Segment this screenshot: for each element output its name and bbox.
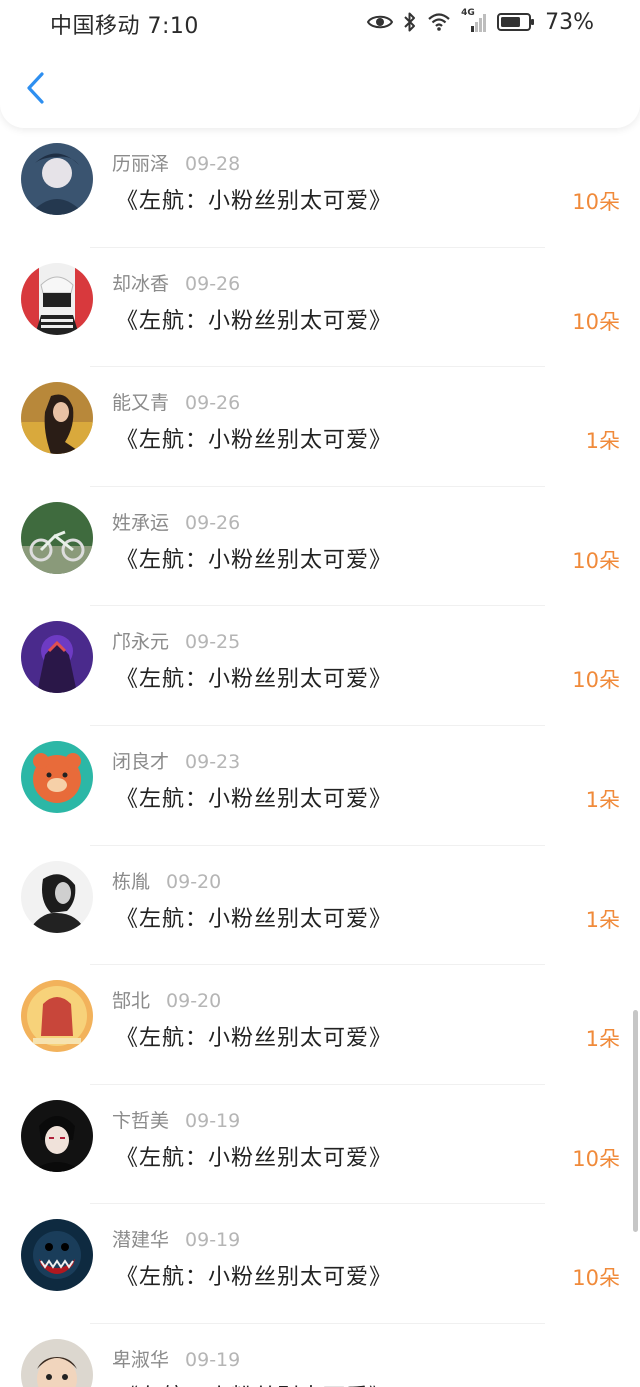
book-title: 《左航：小粉丝别太可爱》 [116,786,393,812]
book-title: 《左航：小粉丝别太可爱》 [116,1379,392,1387]
book-title: 《左航：小粉丝别太可爱》 [116,1145,393,1171]
user-name[interactable]: 能又青 [112,392,169,414]
avatar[interactable] [21,621,93,694]
gift-record-row[interactable]: 卑淑华 09-19 《左航：小粉丝别太可爱》 10朵 [0,1324,640,1387]
status-icons: 4G 73% [367,8,594,36]
book-title: 《左航：小粉丝别太可爱》 [116,189,393,214]
gift-record-row[interactable]: 邝永元 09-25 《左航：小粉丝别太可爱》 10朵 [0,606,640,726]
carrier-time: 中国移动 7:10 [50,14,199,39]
gift-amount: 10朵 [572,309,620,334]
user-line: 历丽泽 09-28 [112,149,240,176]
user-line: 却冰香 09-26 [112,269,240,296]
status-bar: 中国移动 7:10 4G 73% [0,0,640,44]
gift-record-row[interactable]: 郜北 09-20 《左航：小粉丝别太可爱》 1朵 [0,965,640,1085]
back-button[interactable] [18,68,54,108]
user-line: 郜北 09-20 [112,986,221,1013]
eye-icon [367,13,394,31]
user-line: 潜建华 09-19 [112,1225,240,1252]
user-line: 卑淑华 09-19 [112,1345,240,1372]
user-name[interactable]: 邝永元 [112,631,169,653]
gift-amount: 1朵 [585,1027,620,1052]
user-name[interactable]: 历丽泽 [112,153,169,175]
user-line: 闭良才 09-23 [112,747,240,774]
chevron-left-icon [27,72,44,104]
gift-amount: 10朵 [572,190,620,214]
user-name[interactable]: 卞哲美 [112,1110,169,1132]
user-line: 卞哲美 09-19 [112,1106,240,1133]
gift-amount: 10朵 [572,1146,620,1171]
record-date: 09-26 [185,392,241,415]
gift-amount: 1朵 [585,429,620,454]
gift-record-row[interactable]: 闭良才 09-23 《左航：小粉丝别太可爱》 1朵 [0,726,640,846]
user-line: 栋胤 09-20 [112,867,221,894]
avatar[interactable] [21,980,93,1053]
book-title: 《左航：小粉丝别太可爱》 [116,308,393,334]
avatar[interactable] [21,1219,93,1292]
user-name[interactable]: 郜北 [112,990,150,1012]
avatar[interactable] [21,740,93,813]
scrollbar[interactable] [633,1010,638,1232]
avatar[interactable] [21,501,93,574]
wifi-icon [427,12,451,32]
bluetooth-icon [403,11,417,33]
user-line: 邝永元 09-25 [112,627,240,654]
record-date: 09-19 [185,1109,241,1132]
signal-icon: 4G [461,8,487,33]
record-date: 09-26 [185,511,241,534]
gift-amount: 10朵 [572,548,620,573]
record-date: 09-20 [166,870,222,893]
user-name[interactable]: 潜建华 [112,1229,169,1251]
avatar[interactable] [21,1099,93,1172]
book-title: 《左航：小粉丝别太可爱》 [116,428,393,454]
user-name[interactable]: 姓承运 [112,512,169,534]
record-date: 09-26 [185,272,241,295]
book-title: 《左航：小粉丝别太可爱》 [116,1026,393,1052]
book-title: 《左航：小粉丝别太可爱》 [116,667,393,693]
user-name[interactable]: 却冰香 [112,273,169,295]
user-name[interactable]: 卑淑华 [112,1349,169,1371]
avatar[interactable] [21,143,93,215]
gift-record-row[interactable]: 历丽泽 09-28 《左航：小粉丝别太可爱》 10朵 [0,128,640,248]
book-title: 《左航：小粉丝别太可爱》 [116,906,393,932]
user-line: 姓承运 09-26 [112,508,240,535]
record-date: 09-25 [185,631,241,654]
user-line: 能又青 09-26 [112,388,240,415]
avatar[interactable] [21,860,93,933]
avatar[interactable] [21,262,93,335]
battery-icon [497,12,535,32]
record-date: 09-19 [185,1229,241,1252]
book-title: 《左航：小粉丝别太可爱》 [116,547,393,573]
book-title: 《左航：小粉丝别太可爱》 [116,1265,393,1291]
gift-amount: 10朵 [572,668,620,693]
gift-record-row[interactable]: 卞哲美 09-19 《左航：小粉丝别太可爱》 10朵 [0,1085,640,1205]
gift-record-row[interactable]: 能又青 09-26 《左航：小粉丝别太可爱》 1朵 [0,367,640,487]
gift-record-row[interactable]: 却冰香 09-26 《左航：小粉丝别太可爱》 10朵 [0,248,640,368]
avatar[interactable] [21,1338,93,1387]
gift-amount: 1朵 [585,907,620,932]
gift-amount: 10朵 [572,1266,620,1291]
avatar[interactable] [21,382,93,455]
gift-amount: 10朵 [572,1382,620,1387]
record-date: 09-23 [185,750,241,773]
user-name[interactable]: 栋胤 [112,871,150,893]
user-name[interactable]: 闭良才 [112,751,169,773]
header [0,44,640,128]
gift-record-row[interactable]: 栋胤 09-20 《左航：小粉丝别太可爱》 1朵 [0,846,640,966]
record-date: 09-20 [166,990,222,1013]
gift-record-list[interactable]: 历丽泽 09-28 《左航：小粉丝别太可爱》 10朵 却冰香 09-26 《左航：小… [0,128,640,1387]
record-date: 09-28 [185,153,241,175]
battery-percent: 73% [545,9,594,35]
gift-record-row[interactable]: 潜建华 09-19 《左航：小粉丝别太可爱》 10朵 [0,1204,640,1324]
gift-record-row[interactable]: 姓承运 09-26 《左航：小粉丝别太可爱》 10朵 [0,487,640,607]
gift-amount: 1朵 [585,787,620,812]
record-date: 09-19 [185,1348,241,1371]
